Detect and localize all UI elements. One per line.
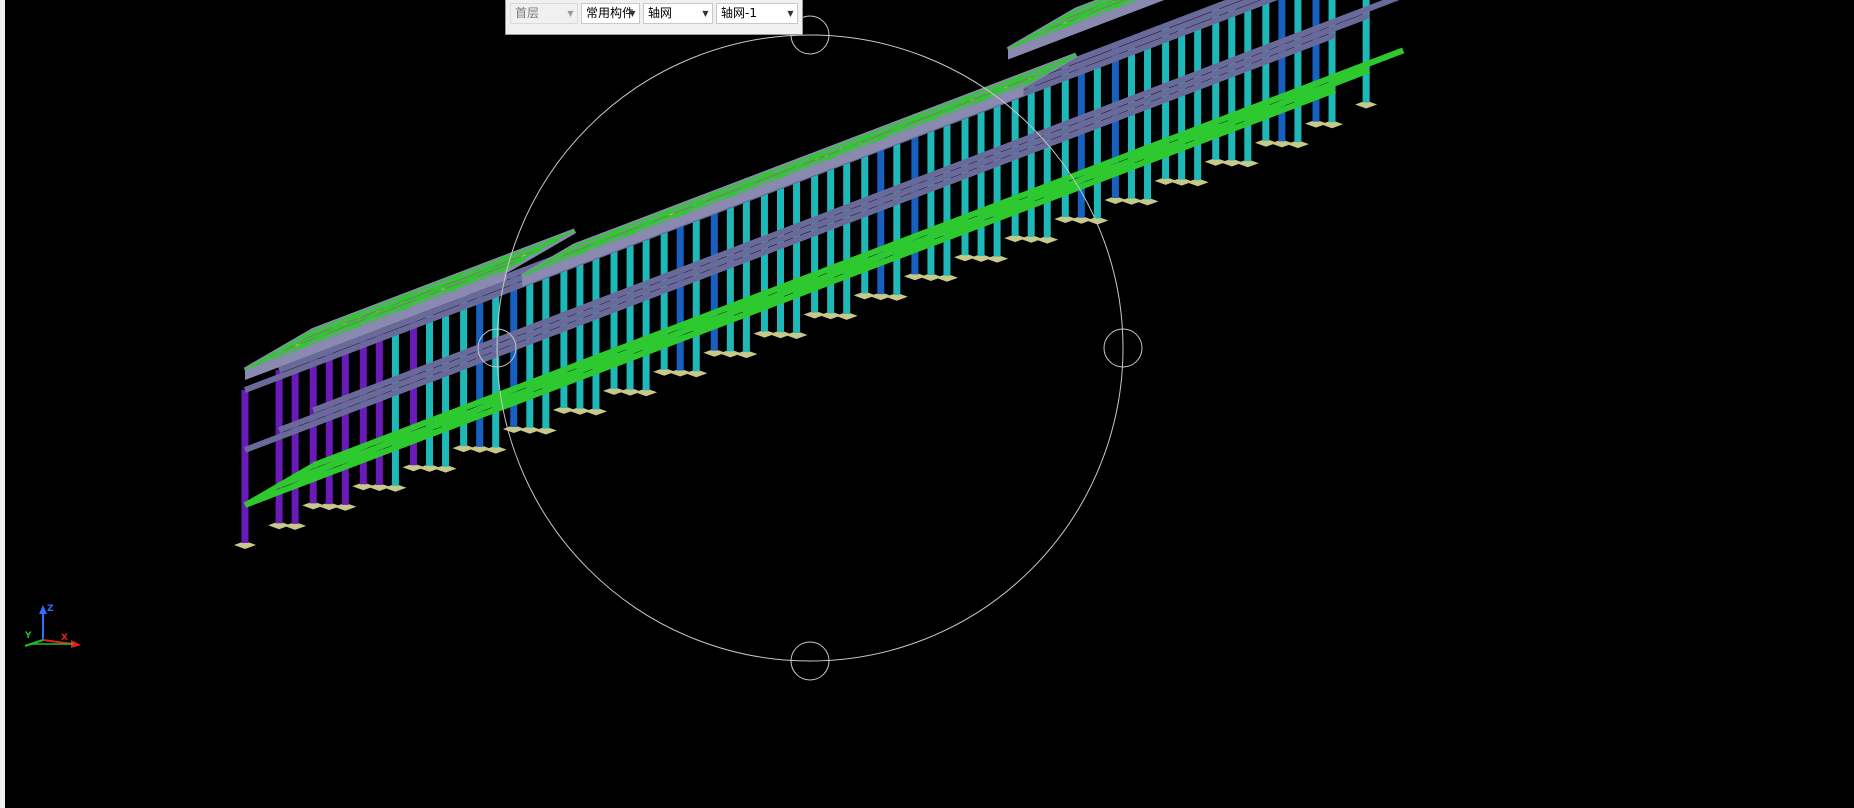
3d-viewport[interactable]: Z Y X 首层 ▼ 常用构件 ▼ 轴网 ▼ 轴网-1 ▼ <box>5 0 1854 808</box>
slab-grid-beam <box>278 249 542 352</box>
chevron-down-icon[interactable]: ▼ <box>626 4 639 23</box>
component-select-value: 轴网 <box>648 6 673 20</box>
floor-select-value: 首层 <box>515 6 540 20</box>
floor-beam <box>243 0 1278 393</box>
3d-model-view[interactable]: Z Y X <box>5 0 1854 808</box>
z-axis-label: Z <box>47 604 54 614</box>
floor-select[interactable]: 首层 ▼ <box>510 3 578 24</box>
chevron-down-icon[interactable]: ▼ <box>564 4 577 23</box>
component-type-select[interactable]: 常用构件 ▼ <box>581 3 640 24</box>
x-axis-label: X <box>61 633 68 643</box>
component-selection-toolbar: 首层 ▼ 常用构件 ▼ 轴网 ▼ 轴网-1 ▼ <box>505 0 803 35</box>
instance-select-value: 轴网-1 <box>721 6 757 20</box>
component-select[interactable]: 轴网 ▼ <box>643 3 713 24</box>
chevron-down-icon[interactable]: ▼ <box>699 4 712 23</box>
axis-triad: Z Y X <box>24 604 81 648</box>
instance-select[interactable]: 轴网-1 ▼ <box>716 3 798 24</box>
y-axis-label: Y <box>24 631 32 641</box>
floor-beam <box>243 32 1337 453</box>
building-structure-model <box>234 0 1405 549</box>
chevron-down-icon[interactable]: ▼ <box>784 4 797 23</box>
z-axis-arrow <box>39 605 47 614</box>
floor-beam <box>278 12 1371 434</box>
